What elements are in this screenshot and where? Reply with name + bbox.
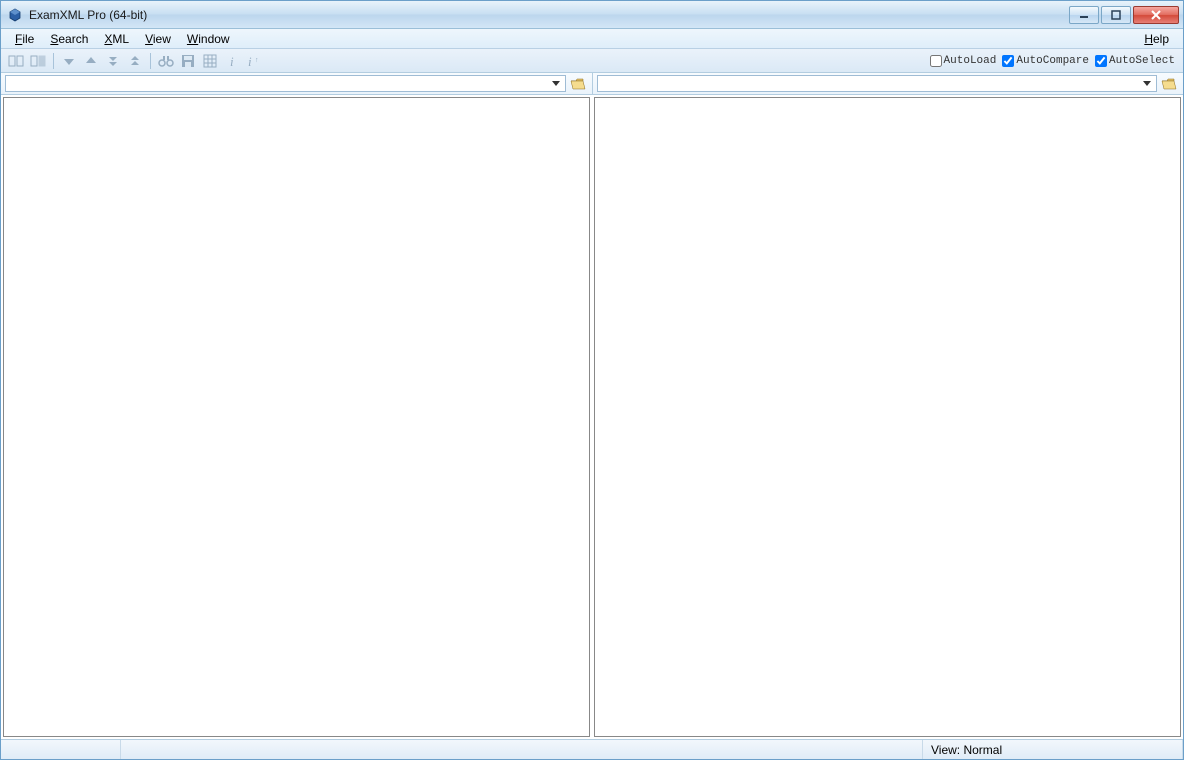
menu-search[interactable]: Search <box>42 31 96 47</box>
autoload-input[interactable] <box>930 55 942 67</box>
menu-view[interactable]: View <box>137 31 179 47</box>
status-cell-mid <box>121 740 923 759</box>
open-file-left-button[interactable] <box>568 75 588 92</box>
binoculars-icon[interactable] <box>156 51 176 71</box>
app-window: ExamXML Pro (64-bit) File Search XML Vie… <box>0 0 1184 760</box>
info-alt-icon[interactable]: i↑ <box>244 51 264 71</box>
svg-text:i: i <box>230 54 234 68</box>
menu-xml[interactable]: XML <box>96 31 137 47</box>
compare-alt-icon[interactable] <box>28 51 48 71</box>
app-title: ExamXML Pro (64-bit) <box>29 8 147 22</box>
info-icon[interactable]: i <box>222 51 242 71</box>
autocompare-checkbox[interactable]: AutoCompare <box>1002 55 1089 67</box>
autoload-label: AutoLoad <box>944 55 997 67</box>
open-file-right-button[interactable] <box>1159 75 1179 92</box>
maximize-button[interactable] <box>1101 6 1131 24</box>
file-slot-right <box>592 73 1184 94</box>
minimize-button[interactable] <box>1069 6 1099 24</box>
filebar <box>1 73 1183 95</box>
statusbar: View: Normal <box>1 739 1183 759</box>
up-arrow-icon[interactable] <box>81 51 101 71</box>
menu-window[interactable]: Window <box>179 31 238 47</box>
titlebar: ExamXML Pro (64-bit) <box>1 1 1183 29</box>
menu-help[interactable]: Help <box>1136 31 1177 47</box>
down-arrow-icon[interactable] <box>59 51 79 71</box>
grid-icon[interactable] <box>200 51 220 71</box>
save-icon[interactable] <box>178 51 198 71</box>
autoselect-input[interactable] <box>1095 55 1107 67</box>
window-buttons <box>1067 6 1179 24</box>
right-pane[interactable] <box>594 97 1181 737</box>
status-view-label: View: Normal <box>931 743 1002 757</box>
left-pane[interactable] <box>3 97 590 737</box>
file-combo-right[interactable] <box>597 75 1158 92</box>
status-view: View: Normal <box>923 740 1183 759</box>
autocompare-label: AutoCompare <box>1016 55 1089 67</box>
double-up-icon[interactable] <box>125 51 145 71</box>
file-slot-left <box>1 73 592 94</box>
toolbar-separator <box>53 53 54 69</box>
autoload-checkbox[interactable]: AutoLoad <box>930 55 997 67</box>
menubar: File Search XML View Window Help <box>1 29 1183 49</box>
chevron-down-icon[interactable] <box>1140 76 1154 91</box>
app-icon <box>7 7 23 23</box>
svg-text:i: i <box>248 54 252 68</box>
autocompare-input[interactable] <box>1002 55 1014 67</box>
compare-icon[interactable] <box>6 51 26 71</box>
content-panes <box>1 95 1183 739</box>
file-combo-left[interactable] <box>5 75 566 92</box>
double-down-icon[interactable] <box>103 51 123 71</box>
auto-options: AutoLoad AutoCompare AutoSelect <box>930 55 1179 67</box>
status-cell-left <box>1 740 121 759</box>
toolbar: i i↑ AutoLoad AutoCompare AutoSelect <box>1 49 1183 73</box>
menu-file[interactable]: File <box>7 31 42 47</box>
svg-text:↑: ↑ <box>255 57 259 64</box>
autoselect-label: AutoSelect <box>1109 55 1175 67</box>
toolbar-separator <box>150 53 151 69</box>
chevron-down-icon[interactable] <box>549 76 563 91</box>
close-button[interactable] <box>1133 6 1179 24</box>
autoselect-checkbox[interactable]: AutoSelect <box>1095 55 1175 67</box>
